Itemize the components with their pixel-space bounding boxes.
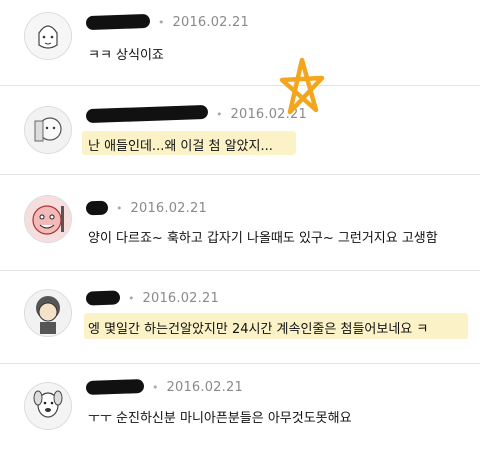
separator-dot: • [158, 15, 165, 29]
avatar-icon [25, 383, 71, 429]
comment-date: 2016.02.21 [166, 379, 243, 395]
comment-text: 엥 몇일간 하는건알았지만 24시간 계속인줄은 첨들어보네요 ㅋ [88, 322, 429, 337]
comment-date: 2016.02.21 [172, 14, 249, 30]
separator-dot: • [128, 291, 135, 305]
avatar-icon [25, 107, 71, 153]
avatar[interactable] [24, 382, 72, 430]
comment-item: • 2016.02.21 엥 몇일간 하는건알았지만 24시간 계속인줄은 첨들… [0, 271, 480, 363]
avatar-icon [25, 13, 71, 59]
comment-text: ㅋㅋ 상식이죠 [88, 48, 164, 63]
comment-item: • 2016.02.21 ㅋㅋ 상식이죠 [0, 0, 480, 85]
avatar[interactable] [24, 195, 72, 243]
redacted-username [85, 290, 121, 306]
redacted-username [85, 13, 151, 31]
star-drawing-icon [279, 57, 325, 115]
avatar-icon [25, 196, 71, 242]
separator-dot: • [152, 380, 159, 394]
avatar-icon [25, 290, 71, 336]
separator-dot: • [216, 107, 223, 121]
comment-item: • 2016.02.21 ㅜㅜ 순진하신분 마니아픈분들은 아무것도못해요 [0, 364, 480, 455]
comment-text: ㅜㅜ 순진하신분 마니아픈분들은 아무것도못해요 [88, 411, 352, 426]
avatar[interactable] [24, 12, 72, 60]
redacted-username [85, 200, 109, 216]
avatar[interactable] [24, 106, 72, 154]
comment-item: • 2016.02.21 양이 다르죠~ 훅하고 갑자기 나올때도 있구~ 그런… [0, 175, 480, 270]
comment-date: 2016.02.21 [130, 200, 207, 216]
redacted-username [85, 378, 145, 396]
avatar[interactable] [24, 289, 72, 337]
comment-date: 2016.02.21 [142, 290, 219, 306]
comment-item: • 2016.02.21 난 애들인데...왜 이걸 첨 알았지... [0, 86, 480, 174]
comment-text: 난 애들인데...왜 이걸 첨 알았지... [88, 139, 273, 154]
separator-dot: • [116, 201, 123, 215]
redacted-username [85, 104, 209, 124]
comment-text: 양이 다르죠~ 훅하고 갑자기 나올때도 있구~ 그런거지요 고생함 [88, 231, 438, 246]
